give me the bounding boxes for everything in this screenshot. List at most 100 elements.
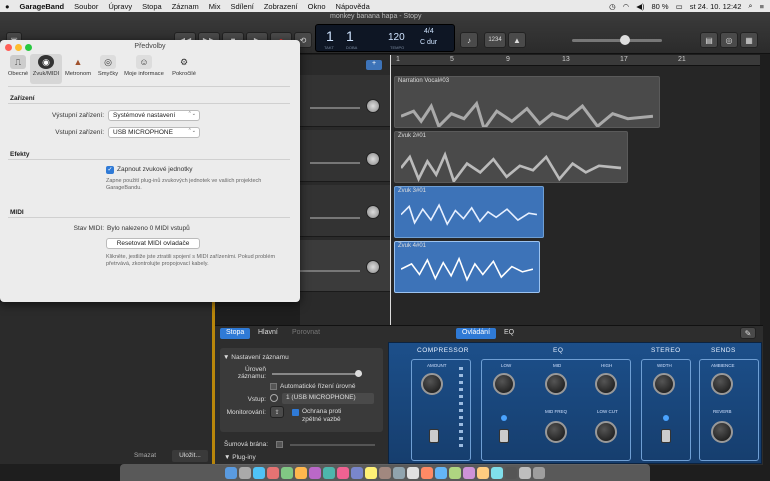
- record-level-slider[interactable]: [272, 373, 362, 375]
- metronome-icon[interactable]: ▲: [508, 32, 526, 48]
- app-icon[interactable]: [295, 466, 307, 479]
- track-volume-slider[interactable]: [300, 270, 360, 272]
- playhead[interactable]: [390, 55, 391, 325]
- menu-mix[interactable]: Mix: [204, 2, 226, 11]
- app-icon[interactable]: [519, 466, 531, 479]
- count-in-button[interactable]: 1234: [484, 32, 506, 48]
- clock[interactable]: st 24. 10. 12:42: [690, 2, 742, 11]
- volume-icon[interactable]: ◀): [636, 2, 644, 11]
- app-icon[interactable]: [421, 466, 433, 479]
- menu-napoveda[interactable]: Nápověda: [331, 2, 375, 11]
- edit-icon[interactable]: ✎: [740, 327, 756, 339]
- tuner-icon[interactable]: ♪: [460, 32, 478, 48]
- master-volume-thumb[interactable]: [620, 35, 630, 45]
- track-header-3[interactable]: [300, 185, 390, 237]
- menu-upravy[interactable]: Úpravy: [103, 2, 137, 11]
- input-select[interactable]: 1 (USB MICROPHONE): [282, 393, 374, 404]
- stereo-width-knob[interactable]: [653, 373, 675, 395]
- track-header-1[interactable]: [300, 75, 390, 127]
- eq-toggle[interactable]: [499, 429, 509, 443]
- timeline-ruler[interactable]: 1 5 9 13 17 21: [390, 55, 760, 66]
- noise-gate-slider[interactable]: [290, 444, 375, 446]
- safari-icon[interactable]: [253, 466, 265, 479]
- battery-icon[interactable]: ▭: [676, 2, 683, 11]
- track-pan-knob[interactable]: [366, 205, 380, 219]
- app-icon[interactable]: [309, 466, 321, 479]
- track-pan-knob[interactable]: [366, 99, 380, 113]
- compressor-amount-knob[interactable]: [421, 373, 443, 395]
- app-icon[interactable]: [407, 466, 419, 479]
- track-volume-slider[interactable]: [310, 107, 360, 109]
- stereo-toggle[interactable]: [661, 429, 671, 443]
- app-icon[interactable]: [491, 466, 503, 479]
- tab-my-info[interactable]: ☺ Moje informace: [122, 54, 166, 84]
- plugins-header[interactable]: ▼ Plug-iny: [224, 454, 256, 461]
- menu-okno[interactable]: Okno: [303, 2, 331, 11]
- record-settings-header[interactable]: ▼ Nastavení záznamu: [223, 354, 289, 361]
- wifi-icon[interactable]: ◠: [623, 2, 630, 11]
- region-zvuk3[interactable]: Zvuk 3#01: [394, 186, 544, 238]
- time-machine-icon[interactable]: ◷: [609, 2, 616, 11]
- app-icon[interactable]: [393, 466, 405, 479]
- app-icon[interactable]: [323, 466, 335, 479]
- compressor-toggle[interactable]: [429, 429, 439, 443]
- auto-level-label[interactable]: Automatické řízení úrovně: [280, 383, 356, 390]
- notepad-icon[interactable]: ▤: [700, 32, 718, 48]
- auto-level-checkbox[interactable]: [270, 383, 277, 390]
- lcd-display[interactable]: 1 1 TAKT DOBA 120 TEMPO 4/4 C dur: [315, 24, 455, 52]
- app-icon[interactable]: [365, 466, 377, 479]
- effects-checkbox-label[interactable]: Zapnout zvukové jednotky: [117, 166, 193, 173]
- media-browser-icon[interactable]: ▦: [740, 32, 758, 48]
- noise-gate-checkbox[interactable]: [276, 441, 283, 448]
- tab-metronome[interactable]: ▲ Metronom: [62, 54, 94, 84]
- app-icon[interactable]: [449, 466, 461, 479]
- tab-controls[interactable]: Ovládání: [456, 328, 497, 339]
- eq-high-knob[interactable]: [595, 373, 617, 395]
- master-volume-slider[interactable]: [572, 39, 662, 42]
- track-header-4[interactable]: [300, 240, 390, 292]
- region-zvuk2[interactable]: Zvuk 2#01: [394, 131, 628, 183]
- search-icon[interactable]: ⌕: [748, 1, 752, 11]
- effects-checkbox[interactable]: ✓: [106, 166, 114, 174]
- tab-eq[interactable]: EQ: [498, 328, 520, 339]
- track-pan-knob[interactable]: [366, 260, 380, 274]
- output-device-select[interactable]: Systémové nastavení: [108, 110, 200, 121]
- input-device-select[interactable]: USB MICROPHONE: [108, 127, 200, 138]
- track-pan-knob[interactable]: [366, 152, 380, 166]
- tab-track[interactable]: Stopa: [220, 328, 251, 339]
- eq-mid-knob[interactable]: [545, 373, 567, 395]
- notification-icon[interactable]: ≡: [760, 2, 764, 11]
- apple-menu-icon[interactable]: ●: [0, 2, 15, 11]
- tab-advanced[interactable]: ⚙ Pokročilé: [168, 54, 200, 84]
- tab-loops[interactable]: ◎ Smyčky: [92, 54, 124, 84]
- launchpad-icon[interactable]: [239, 466, 251, 479]
- add-track-icon[interactable]: +: [366, 60, 382, 70]
- eq-low-knob[interactable]: [493, 373, 515, 395]
- input-mono-icon[interactable]: [270, 394, 278, 402]
- menu-sdileni[interactable]: Sdílení: [225, 2, 258, 11]
- tab-audio-midi[interactable]: ◉ Zvuk/MIDI: [30, 54, 62, 84]
- menu-zobrazeni[interactable]: Zobrazení: [259, 2, 303, 11]
- eq-low-cut-knob[interactable]: [595, 421, 617, 443]
- track-header-2[interactable]: [300, 130, 390, 182]
- library-save-button[interactable]: Uložit...: [172, 450, 208, 462]
- midi-reset-button[interactable]: Resetovat MIDI ovladače: [106, 238, 200, 249]
- trash-icon[interactable]: [533, 466, 545, 479]
- track-volume-slider[interactable]: [310, 162, 360, 164]
- feedback-label[interactable]: Ochrana proti zpětné vazbě: [302, 408, 362, 424]
- eq-mid-freq-knob[interactable]: [545, 421, 567, 443]
- library-delete-button[interactable]: Smazat: [120, 450, 170, 462]
- region-zvuk4[interactable]: Zvuk 4#01: [394, 241, 540, 293]
- finder-icon[interactable]: [225, 466, 237, 479]
- track-volume-slider[interactable]: [310, 217, 360, 219]
- app-icon[interactable]: [351, 466, 363, 479]
- app-icon[interactable]: [337, 466, 349, 479]
- feedback-checkbox[interactable]: [292, 409, 299, 416]
- monitoring-button[interactable]: ⇪: [270, 406, 284, 418]
- app-icon[interactable]: [281, 466, 293, 479]
- app-icon[interactable]: [379, 466, 391, 479]
- menu-app-name[interactable]: GarageBand: [15, 2, 70, 11]
- region-narration[interactable]: Narration Vocal#03: [394, 76, 660, 128]
- record-level-thumb[interactable]: [355, 370, 362, 377]
- sends-ambience-knob[interactable]: [711, 373, 733, 395]
